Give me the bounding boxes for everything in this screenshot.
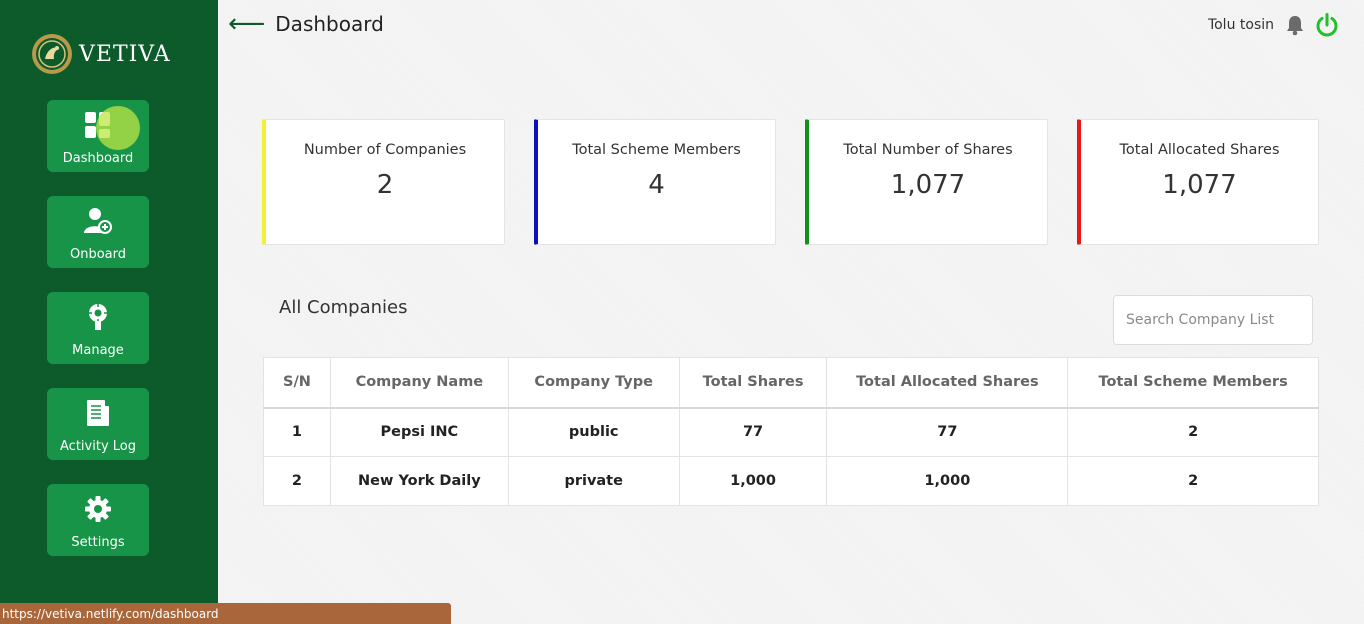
stat-value: 4 bbox=[648, 170, 665, 200]
table-cell: 2 bbox=[263, 456, 331, 506]
browser-status-url: https://vetiva.netlify.com/dashboard bbox=[0, 603, 451, 624]
user-name[interactable]: Tolu tosin bbox=[1208, 17, 1274, 33]
stat-card-allocated-shares: Total Allocated Shares 1,077 bbox=[1077, 119, 1319, 245]
sidebar-item-label: Dashboard bbox=[62, 151, 134, 166]
section-title: All Companies bbox=[279, 297, 408, 318]
back-arrow-icon[interactable]: ⟵ bbox=[228, 11, 265, 37]
table-row[interactable]: 1 Pepsi INC public 77 77 2 bbox=[263, 407, 1319, 457]
table-cell: 77 bbox=[678, 407, 828, 457]
stat-card-shares: Total Number of Shares 1,077 bbox=[805, 119, 1048, 245]
manage-icon bbox=[83, 302, 113, 332]
user-area: Tolu tosin bbox=[1208, 12, 1340, 38]
table-cell: public bbox=[507, 407, 680, 457]
gear-icon bbox=[83, 494, 113, 524]
power-icon[interactable] bbox=[1314, 12, 1340, 38]
sidebar: VETIVA Dashboard Onboard Manage Activity… bbox=[0, 0, 218, 624]
vetiva-emblem-icon bbox=[32, 34, 72, 74]
stat-value: 2 bbox=[376, 170, 394, 200]
table-cell: 1 bbox=[263, 407, 331, 457]
table-cell: New York Daily bbox=[329, 456, 509, 506]
table-cell: Pepsi INC bbox=[329, 407, 509, 457]
column-header[interactable]: Total Shares bbox=[678, 357, 828, 409]
search-input[interactable] bbox=[1113, 295, 1313, 345]
brand-logo[interactable]: VETIVA bbox=[31, 33, 171, 75]
sidebar-item-label: Activity Log bbox=[60, 439, 136, 454]
table-cell: 1,000 bbox=[826, 456, 1069, 506]
sidebar-item-manage[interactable]: Manage bbox=[47, 292, 149, 364]
column-header[interactable]: S/N bbox=[263, 357, 331, 409]
add-user-icon bbox=[83, 206, 113, 236]
stat-value: 1,077 bbox=[890, 170, 966, 200]
table-cell: 77 bbox=[826, 407, 1069, 457]
column-header[interactable]: Company Name bbox=[329, 357, 509, 409]
sidebar-item-label: Manage bbox=[72, 343, 124, 358]
table-header-row: S/N Company Name Company Type Total Shar… bbox=[263, 357, 1319, 409]
sidebar-item-activity-log[interactable]: Activity Log bbox=[47, 388, 149, 460]
page-header: ⟵ Dashboard bbox=[228, 11, 384, 37]
stat-label: Number of Companies bbox=[303, 142, 467, 158]
page-title: Dashboard bbox=[275, 12, 384, 36]
click-indicator bbox=[96, 106, 140, 150]
stat-label: Total Number of Shares bbox=[843, 142, 1013, 158]
stat-value: 1,077 bbox=[1162, 170, 1237, 200]
stat-label: Total Allocated Shares bbox=[1119, 142, 1280, 158]
table-cell: private bbox=[507, 456, 680, 506]
column-header[interactable]: Total Allocated Shares bbox=[826, 357, 1069, 409]
activity-log-icon bbox=[83, 398, 113, 428]
companies-table: S/N Company Name Company Type Total Shar… bbox=[263, 357, 1319, 506]
sidebar-item-settings[interactable]: Settings bbox=[47, 484, 149, 556]
table-cell: 1,000 bbox=[678, 456, 828, 506]
table-cell: 2 bbox=[1067, 407, 1319, 457]
sidebar-item-label: Settings bbox=[71, 535, 125, 550]
brand-name: VETIVA bbox=[79, 41, 171, 67]
column-header[interactable]: Total Scheme Members bbox=[1067, 357, 1319, 409]
bell-icon[interactable] bbox=[1284, 14, 1306, 36]
table-row[interactable]: 2 New York Daily private 1,000 1,000 2 bbox=[263, 456, 1319, 506]
column-header[interactable]: Company Type bbox=[507, 357, 680, 409]
stat-card-scheme-members: Total Scheme Members 4 bbox=[534, 119, 776, 245]
sidebar-item-label: Onboard bbox=[69, 247, 126, 262]
stat-label: Total Scheme Members bbox=[572, 142, 741, 158]
sidebar-item-onboard[interactable]: Onboard bbox=[47, 196, 149, 268]
table-cell: 2 bbox=[1067, 456, 1319, 506]
stat-card-companies: Number of Companies 2 bbox=[262, 119, 505, 245]
